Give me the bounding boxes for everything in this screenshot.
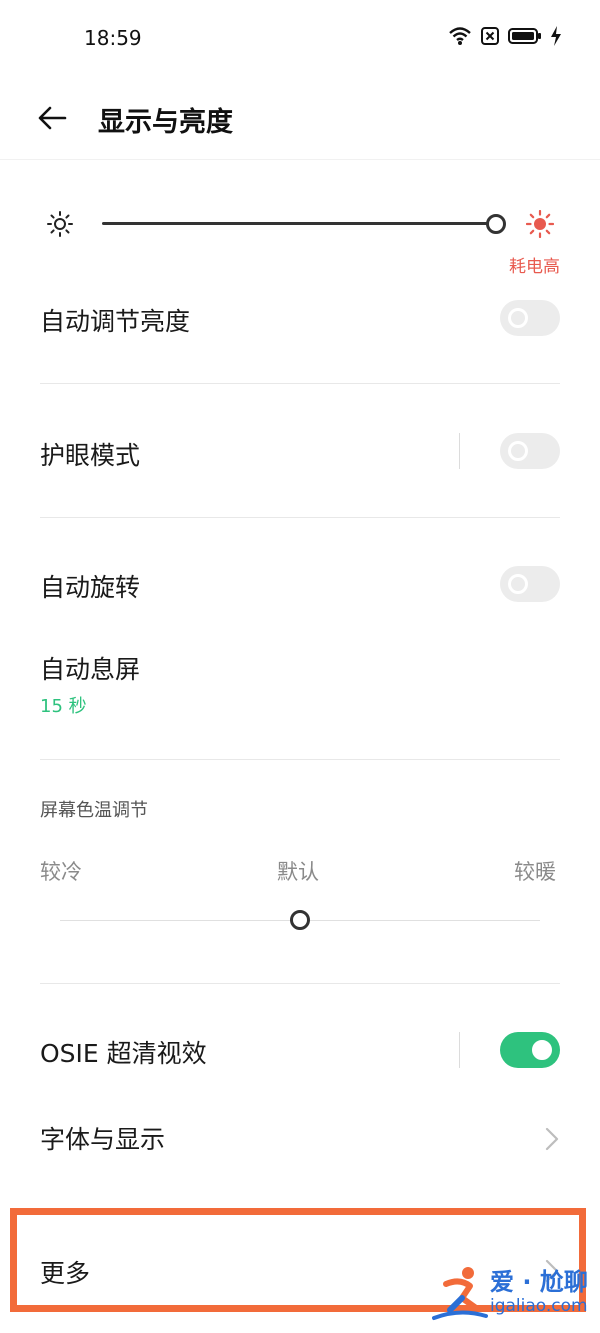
charging-icon (550, 26, 562, 46)
temperature-default-label: 默认 (277, 860, 319, 884)
page-title: 显示与亮度 (98, 107, 233, 138)
brightness-control: 耗电高 (0, 200, 600, 280)
temperature-cold-label: 较冷 (40, 860, 82, 884)
battery-icon (508, 26, 542, 46)
auto-brightness-label: 自动调节亮度 (40, 307, 191, 336)
vertical-divider (459, 1032, 460, 1068)
brightness-slider-thumb[interactable] (486, 214, 506, 234)
screen-timeout-label: 自动息屏 (40, 655, 141, 684)
brightness-warning: 耗电高 (509, 257, 560, 277)
auto-brightness-toggle[interactable] (500, 300, 560, 336)
eye-care-label: 护眼模式 (40, 441, 141, 470)
status-icons (448, 26, 562, 46)
toggle-knob (508, 441, 528, 461)
osie-row[interactable]: OSIE 超清视效 (0, 1022, 600, 1092)
sim-off-icon (480, 26, 500, 46)
status-time: 18:59 (84, 26, 142, 50)
divider (40, 383, 560, 384)
color-temperature-title: 屏幕色温调节 (40, 800, 148, 821)
screen-timeout-row[interactable]: 自动息屏 15 秒 (0, 640, 600, 730)
watermark-logo: 爱 · 尬聊 igaliao.com (432, 1262, 592, 1326)
toggle-knob (508, 308, 528, 328)
arrow-left-icon[interactable] (36, 102, 68, 134)
watermark-url: igaliao.com (490, 1296, 588, 1316)
sun-outline-icon (46, 210, 74, 242)
divider (40, 517, 560, 518)
eye-care-toggle[interactable] (500, 433, 560, 469)
sun-filled-icon (525, 209, 555, 242)
osie-label: OSIE 超清视效 (40, 1039, 207, 1068)
auto-rotate-row[interactable]: 自动旋转 (0, 556, 600, 626)
vertical-divider (459, 433, 460, 469)
font-display-row[interactable]: 字体与显示 (0, 1108, 600, 1168)
temperature-warm-label: 较暖 (514, 860, 556, 884)
font-display-label: 字体与显示 (40, 1125, 166, 1154)
auto-rotate-label: 自动旋转 (40, 573, 141, 602)
toggle-knob (508, 574, 528, 594)
brightness-slider-track[interactable] (102, 222, 496, 225)
chevron-right-icon (544, 1126, 560, 1152)
watermark-title: 爱 · 尬聊 (490, 1268, 588, 1296)
auto-rotate-toggle[interactable] (500, 566, 560, 602)
app-header: 显示与亮度 (0, 76, 600, 160)
status-bar: 18:59 (0, 0, 600, 76)
toggle-knob (532, 1040, 552, 1060)
auto-brightness-row[interactable]: 自动调节亮度 (0, 290, 600, 360)
wifi-icon (448, 26, 472, 46)
divider (40, 983, 560, 984)
eye-care-row[interactable]: 护眼模式 (0, 424, 600, 494)
screen-timeout-value: 15 秒 (40, 696, 87, 717)
divider (40, 759, 560, 760)
color-temperature-slider-thumb[interactable] (290, 910, 310, 930)
osie-toggle[interactable] (500, 1032, 560, 1068)
runner-logo-icon (432, 1264, 488, 1328)
